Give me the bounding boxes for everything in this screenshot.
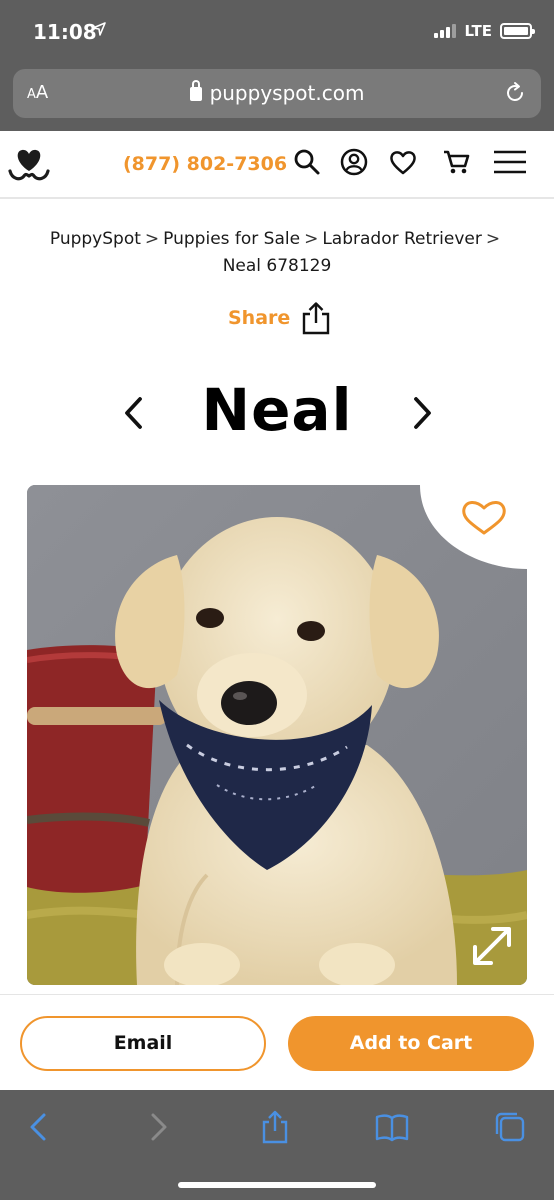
browser-top-bar: 11:08 LTE AA puppyspot.com	[0, 0, 554, 131]
status-indicators: LTE	[434, 22, 535, 40]
share-button[interactable]: Share	[228, 301, 332, 335]
signal-icon	[434, 24, 457, 38]
url-display[interactable]: puppyspot.com	[13, 80, 541, 105]
puppy-title-row: Neal	[0, 376, 554, 446]
phone-link[interactable]: (877) 802-7306	[123, 153, 287, 175]
breadcrumb: PuppySpot > Puppies for Sale > Labrador Retr…	[0, 226, 554, 280]
share-label: Share	[228, 307, 291, 329]
expand-icon[interactable]	[467, 921, 517, 971]
tabs-icon[interactable]	[493, 1110, 527, 1144]
breadcrumb-puppyspot[interactable]: PuppySpot	[50, 229, 141, 249]
home-indicator	[178, 1182, 376, 1188]
status-time: 11:08	[33, 20, 97, 44]
chevron-right-icon[interactable]	[408, 394, 436, 432]
breadcrumb-current: Neal 678129	[222, 256, 332, 276]
url-bar[interactable]: AA puppyspot.com	[13, 69, 541, 118]
network-label: LTE	[464, 22, 492, 40]
puppyspot-logo-icon[interactable]	[6, 141, 52, 187]
share-icon	[303, 302, 330, 335]
location-arrow-icon	[92, 22, 106, 36]
email-button[interactable]: Email	[20, 1016, 266, 1071]
bookmarks-icon[interactable]	[375, 1110, 409, 1144]
reload-icon[interactable]	[503, 81, 527, 105]
account-icon[interactable]	[339, 147, 369, 177]
breadcrumb-labrador-retriever[interactable]: Labrador Retriever	[322, 229, 482, 249]
breadcrumb-separator: >	[485, 229, 501, 249]
battery-icon	[500, 23, 535, 39]
heart-icon[interactable]	[388, 147, 418, 177]
site-header: (877) 802-7306	[0, 131, 554, 199]
menu-icon[interactable]	[493, 147, 527, 177]
share-sheet-icon[interactable]	[258, 1110, 292, 1144]
lock-icon	[189, 80, 202, 101]
back-icon[interactable]	[22, 1110, 56, 1144]
puppy-name: Neal	[201, 376, 353, 444]
cart-icon[interactable]	[442, 147, 472, 177]
add-to-cart-button[interactable]: Add to Cart	[288, 1016, 534, 1071]
url-text: puppyspot.com	[209, 81, 365, 105]
search-icon[interactable]	[292, 147, 322, 177]
breadcrumb-separator: >	[304, 229, 319, 249]
breadcrumb-separator: >	[144, 229, 160, 249]
favorite-button[interactable]	[420, 485, 527, 569]
breadcrumb-puppies-for-sale[interactable]: Puppies for Sale	[163, 229, 300, 249]
action-bar: Email Add to Cart	[0, 994, 554, 1090]
forward-icon[interactable]	[141, 1110, 175, 1144]
